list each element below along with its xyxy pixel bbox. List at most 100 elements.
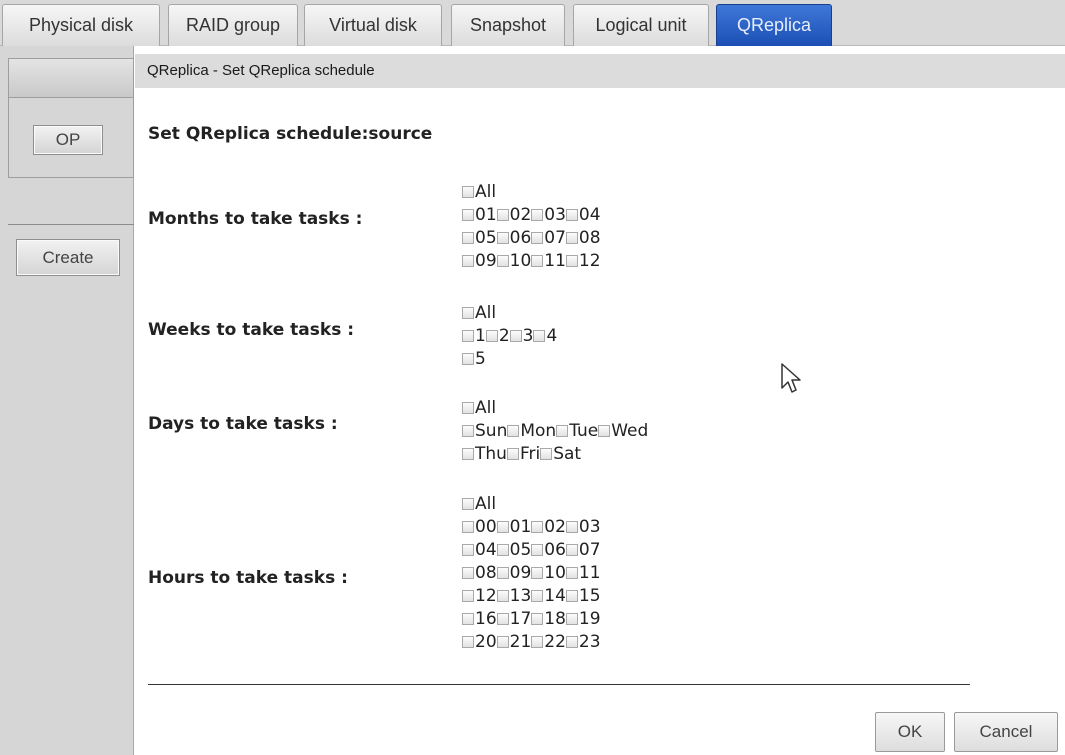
hours-checkbox[interactable] (531, 543, 544, 556)
hours-checkbox[interactable] (531, 635, 544, 648)
hours-option-05[interactable]: 05 (496, 540, 531, 560)
weeks-checkbox[interactable] (462, 306, 474, 319)
hours-option-16[interactable]: 16 (462, 609, 497, 629)
months-option-05[interactable]: 05 (462, 228, 497, 248)
hours-option-all[interactable]: All (462, 494, 496, 514)
hours-checkbox[interactable] (496, 612, 509, 625)
create-button[interactable]: Create (16, 239, 120, 276)
hours-checkbox[interactable] (462, 543, 474, 556)
tab-snapshot[interactable]: Snapshot (451, 4, 565, 46)
ok-button[interactable]: OK (875, 712, 945, 752)
tab-qreplica[interactable]: QReplica (716, 4, 832, 46)
hours-checkbox[interactable] (531, 589, 544, 602)
months-option-07[interactable]: 07 (531, 228, 566, 248)
months-checkbox[interactable] (496, 254, 509, 267)
hours-option-01[interactable]: 01 (496, 517, 531, 537)
hours-checkbox[interactable] (565, 543, 578, 556)
hours-checkbox[interactable] (496, 589, 509, 602)
days-checkbox[interactable] (598, 424, 611, 437)
hours-option-08[interactable]: 08 (462, 563, 497, 583)
days-option-sun[interactable]: Sun (462, 421, 507, 441)
months-option-04[interactable]: 04 (565, 205, 601, 225)
months-checkbox[interactable] (565, 254, 578, 267)
hours-checkbox[interactable] (462, 497, 474, 510)
months-checkbox[interactable] (565, 208, 578, 221)
weeks-option-5[interactable]: 5 (462, 349, 486, 369)
months-option-09[interactable]: 09 (462, 251, 497, 271)
hours-checkbox[interactable] (462, 520, 474, 533)
months-option-all[interactable]: All (462, 182, 496, 202)
hours-option-17[interactable]: 17 (496, 609, 531, 629)
days-checkbox[interactable] (462, 447, 474, 460)
hours-checkbox[interactable] (462, 635, 474, 648)
days-checkbox[interactable] (462, 401, 474, 414)
weeks-checkbox[interactable] (462, 352, 474, 365)
hours-option-06[interactable]: 06 (531, 540, 566, 560)
months-checkbox[interactable] (462, 208, 474, 221)
hours-checkbox[interactable] (531, 612, 544, 625)
hours-option-13[interactable]: 13 (496, 586, 531, 606)
weeks-checkbox[interactable] (509, 329, 522, 342)
weeks-checkbox[interactable] (485, 329, 498, 342)
hours-checkbox[interactable] (565, 612, 578, 625)
days-option-wed[interactable]: Wed (598, 421, 648, 441)
hours-checkbox[interactable] (496, 566, 509, 579)
days-option-mon[interactable]: Mon (507, 421, 556, 441)
hours-option-00[interactable]: 00 (462, 517, 497, 537)
hours-checkbox[interactable] (496, 543, 509, 556)
months-option-06[interactable]: 06 (496, 228, 531, 248)
hours-checkbox[interactable] (462, 566, 474, 579)
months-checkbox[interactable] (462, 185, 474, 198)
hours-option-22[interactable]: 22 (531, 632, 566, 652)
hours-checkbox[interactable] (565, 520, 578, 533)
weeks-option-3[interactable]: 3 (509, 326, 533, 346)
hours-option-11[interactable]: 11 (565, 563, 601, 583)
weeks-option-all[interactable]: All (462, 303, 496, 323)
tab-physical-disk[interactable]: Physical disk (2, 4, 160, 46)
days-option-tue[interactable]: Tue (556, 421, 598, 441)
weeks-option-2[interactable]: 2 (485, 326, 510, 346)
days-checkbox[interactable] (540, 447, 553, 460)
hours-checkbox[interactable] (496, 635, 509, 648)
days-option-all[interactable]: All (462, 398, 496, 418)
months-option-12[interactable]: 12 (565, 251, 601, 271)
months-checkbox[interactable] (531, 208, 544, 221)
tab-logical-unit[interactable]: Logical unit (573, 4, 709, 46)
hours-option-20[interactable]: 20 (462, 632, 497, 652)
op-button[interactable]: OP (33, 125, 103, 155)
hours-option-21[interactable]: 21 (496, 632, 531, 652)
weeks-option-1[interactable]: 1 (462, 326, 486, 346)
hours-checkbox[interactable] (462, 612, 474, 625)
hours-option-02[interactable]: 02 (531, 517, 566, 537)
hours-option-19[interactable]: 19 (565, 609, 601, 629)
days-option-fri[interactable]: Fri (506, 444, 540, 464)
months-checkbox[interactable] (496, 231, 509, 244)
hours-option-15[interactable]: 15 (565, 586, 601, 606)
months-option-03[interactable]: 03 (531, 205, 566, 225)
hours-option-14[interactable]: 14 (531, 586, 566, 606)
months-checkbox[interactable] (531, 231, 544, 244)
months-option-08[interactable]: 08 (565, 228, 601, 248)
hours-checkbox[interactable] (462, 589, 474, 602)
months-checkbox[interactable] (531, 254, 544, 267)
weeks-checkbox[interactable] (533, 329, 546, 342)
hours-checkbox[interactable] (496, 520, 509, 533)
hours-option-09[interactable]: 09 (496, 563, 531, 583)
months-checkbox[interactable] (462, 231, 474, 244)
cancel-button[interactable]: Cancel (954, 712, 1058, 752)
hours-option-18[interactable]: 18 (531, 609, 566, 629)
months-option-01[interactable]: 01 (462, 205, 497, 225)
months-checkbox[interactable] (496, 208, 509, 221)
hours-checkbox[interactable] (531, 520, 544, 533)
hours-checkbox[interactable] (565, 566, 578, 579)
hours-option-12[interactable]: 12 (462, 586, 497, 606)
days-option-sat[interactable]: Sat (540, 444, 581, 464)
months-option-02[interactable]: 02 (496, 205, 531, 225)
days-checkbox[interactable] (462, 424, 474, 437)
hours-checkbox[interactable] (565, 589, 578, 602)
hours-option-10[interactable]: 10 (531, 563, 566, 583)
days-checkbox[interactable] (507, 424, 520, 437)
weeks-option-4[interactable]: 4 (533, 326, 557, 346)
hours-option-07[interactable]: 07 (565, 540, 601, 560)
hours-checkbox[interactable] (531, 566, 544, 579)
